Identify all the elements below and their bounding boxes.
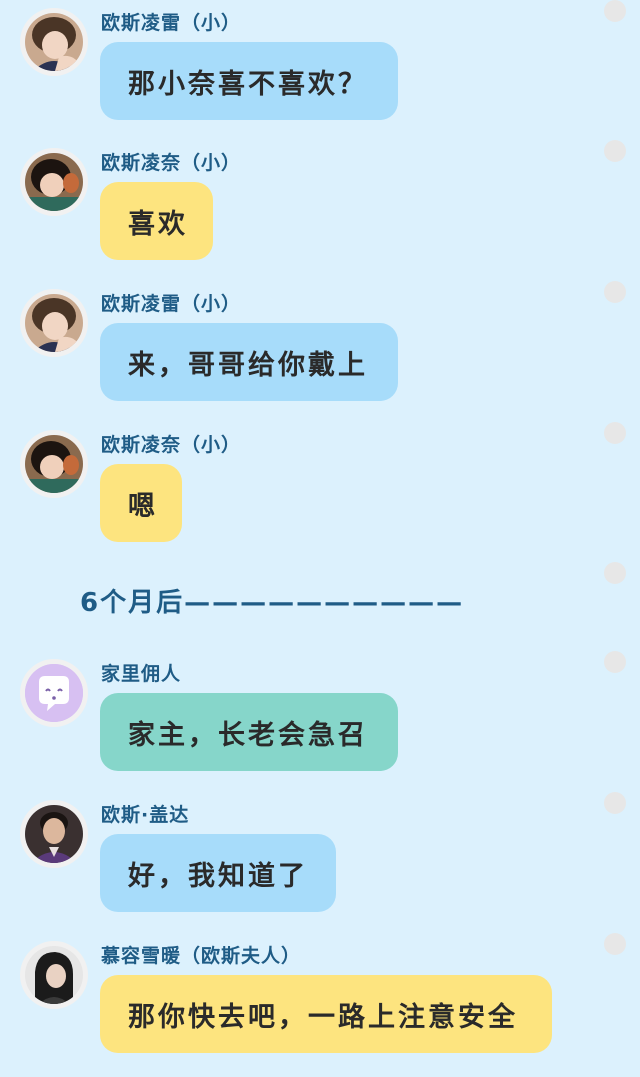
more-options-dot[interactable] — [604, 422, 626, 444]
sender-name: 欧斯凌雷（小） — [101, 12, 242, 34]
girl-photo-avatar[interactable] — [20, 430, 88, 498]
message-bubble[interactable]: 来，哥哥给你戴上 — [100, 323, 398, 401]
more-options-dot[interactable] — [604, 933, 626, 955]
sender-name: 欧斯凌奈（小） — [101, 152, 242, 174]
message-bubble[interactable]: 喜欢 — [100, 182, 213, 260]
more-options-dot[interactable] — [604, 140, 626, 162]
message-bubble[interactable]: 好，我知道了 — [100, 834, 336, 912]
message-bubble[interactable]: 家主，长老会急召 — [100, 693, 398, 771]
more-options-dot[interactable] — [604, 281, 626, 303]
chat-bubble-icon[interactable] — [20, 659, 88, 727]
message-bubble[interactable]: 那你快去吧，一路上注意安全 — [100, 975, 552, 1053]
sender-name: 欧斯凌奈（小） — [101, 434, 242, 456]
woman-photo-avatar[interactable] — [20, 941, 88, 1009]
sender-name: 欧斯凌雷（小） — [101, 293, 242, 315]
message-bubble[interactable]: 那小奈喜不喜欢？ — [100, 42, 398, 120]
sender-name: 家里佣人 — [101, 663, 182, 685]
more-options-dot[interactable] — [604, 0, 626, 22]
sender-name: 慕容雪暖（欧斯夫人） — [101, 945, 302, 967]
girl-photo-avatar[interactable] — [20, 148, 88, 216]
boy-photo-avatar[interactable] — [20, 289, 88, 357]
time-divider: 6个月后—————————— — [80, 588, 465, 618]
more-options-dot[interactable] — [604, 651, 626, 673]
more-options-dot[interactable] — [604, 562, 626, 584]
more-options-dot[interactable] — [604, 792, 626, 814]
boy-photo-avatar[interactable] — [20, 8, 88, 76]
man-photo-avatar[interactable] — [20, 800, 88, 868]
message-bubble[interactable]: 嗯 — [100, 464, 182, 542]
sender-name: 欧斯·盖达 — [101, 804, 190, 826]
